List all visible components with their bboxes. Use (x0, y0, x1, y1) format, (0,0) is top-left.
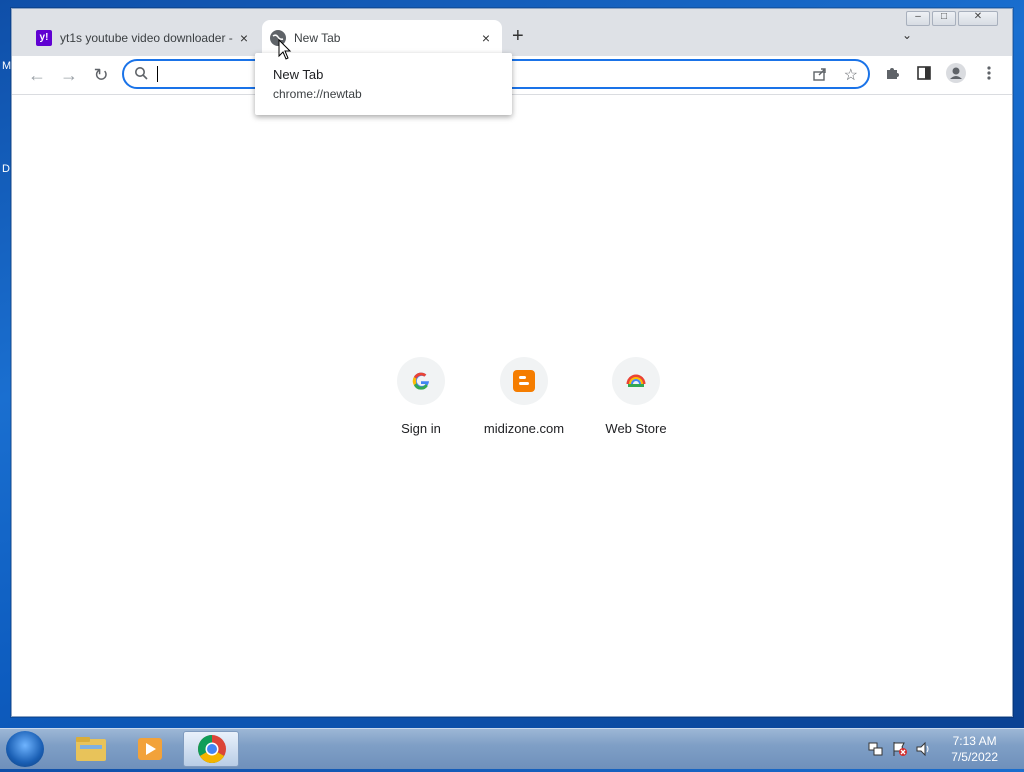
media-player-icon[interactable] (122, 731, 178, 767)
shortcut-label: Web Store (605, 421, 667, 436)
tab-search-chevron-icon[interactable]: ⌄ (902, 28, 912, 42)
taskbar: 7:13 AM 7/5/2022 (0, 728, 1024, 769)
shortcut-sign-in[interactable]: Sign in (365, 357, 477, 436)
network-icon[interactable] (868, 741, 884, 762)
tab-yt1s[interactable]: y! yt1s youtube video downloader - × (28, 20, 260, 56)
extensions-puzzle-icon[interactable] (884, 65, 900, 86)
minimize-button[interactable]: – (906, 11, 930, 26)
system-clock[interactable]: 7:13 AM 7/5/2022 (951, 733, 998, 765)
shortcut-midizone[interactable]: midizone.com (468, 357, 580, 436)
share-icon[interactable] (812, 66, 828, 87)
forward-button[interactable]: → (58, 64, 80, 86)
chrome-icon[interactable] (183, 731, 239, 767)
menu-kebab-icon[interactable] (986, 65, 992, 86)
tab-hover-card: New Tab chrome://newtab (255, 53, 512, 115)
close-tab-icon[interactable]: × (476, 30, 496, 46)
clock-time: 7:13 AM (952, 734, 997, 748)
hover-card-url: chrome://newtab (273, 87, 362, 101)
action-center-flag-icon[interactable] (892, 741, 908, 762)
search-icon (134, 66, 148, 85)
shortcut-label: midizone.com (483, 421, 565, 436)
side-panel-icon[interactable] (916, 65, 932, 86)
clock-date: 7/5/2022 (951, 750, 998, 764)
reload-button[interactable]: ↻ (90, 64, 112, 86)
webstore-icon (612, 357, 660, 405)
tab-title: yt1s youtube video downloader - (60, 31, 233, 45)
yahoo-icon: y! (36, 30, 52, 46)
file-explorer-icon[interactable] (63, 731, 119, 767)
window-controls: – □ ✕ (906, 11, 998, 26)
browser-window: – □ ✕ y! yt1s youtube video downloader -… (11, 8, 1013, 717)
shortcut-web-store[interactable]: Web Store (580, 357, 692, 436)
close-window-button[interactable]: ✕ (958, 11, 998, 26)
volume-icon[interactable] (916, 741, 932, 762)
new-tab-button[interactable]: + (512, 26, 524, 46)
blogger-icon (500, 357, 548, 405)
tab-strip: – □ ✕ y! yt1s youtube video downloader -… (12, 9, 1012, 56)
shortcut-label: Sign in (401, 421, 441, 436)
text-cursor (157, 66, 158, 82)
shortcuts-grid: Sign in midizone.com Web Store (365, 357, 667, 447)
close-tab-icon[interactable]: × (234, 30, 254, 46)
back-button[interactable]: ← (26, 64, 48, 86)
maximize-button[interactable]: □ (932, 11, 956, 26)
start-button[interactable] (6, 731, 44, 767)
toolbar: ← → ↻ ☆ (12, 56, 1012, 95)
tab-title: New Tab (294, 31, 341, 45)
profile-avatar-icon[interactable] (946, 63, 966, 88)
bookmark-star-icon[interactable]: ☆ (844, 65, 858, 85)
mouse-cursor-icon (278, 38, 292, 66)
desktop-icon-label-d: D (2, 163, 10, 175)
desktop-icon-label-m: M (2, 60, 12, 72)
google-icon (397, 357, 445, 405)
tab-new-tab[interactable]: New Tab × (262, 20, 502, 56)
hover-card-title: New Tab (273, 67, 324, 82)
